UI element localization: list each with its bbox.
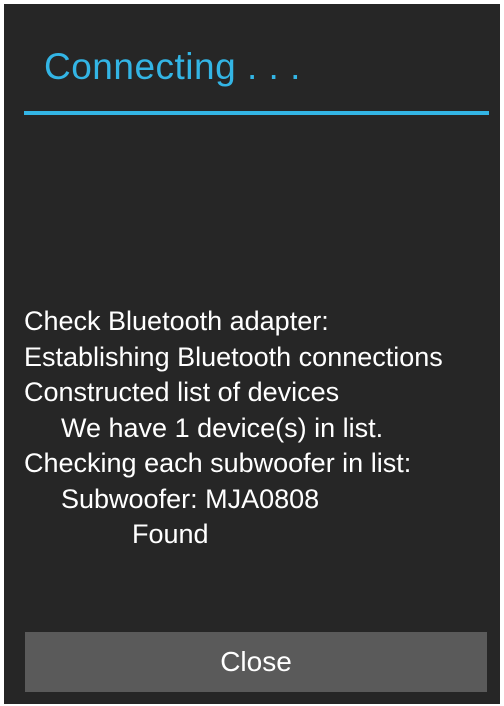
log-line: Checking each subwoofer in list:: [24, 448, 412, 478]
log-line: Establishing Bluetooth connections: [24, 341, 443, 372]
connecting-dialog: Connecting . . . Check Bluetooth adapter…: [4, 4, 500, 704]
log-line: Found: [132, 519, 209, 549]
log-line: Check Bluetooth adapter:: [24, 306, 329, 336]
close-button[interactable]: Close: [25, 632, 487, 692]
dialog-title: Connecting . . .: [44, 46, 301, 87]
status-log: Check Bluetooth adapter: Establishing Bl…: [24, 304, 490, 553]
title-divider: [24, 111, 489, 115]
log-line: Constructed list of devices: [24, 377, 340, 407]
log-line: We have 1 device(s) in list.: [61, 412, 384, 443]
log-line: Subwoofer: MJA0808: [61, 483, 320, 514]
